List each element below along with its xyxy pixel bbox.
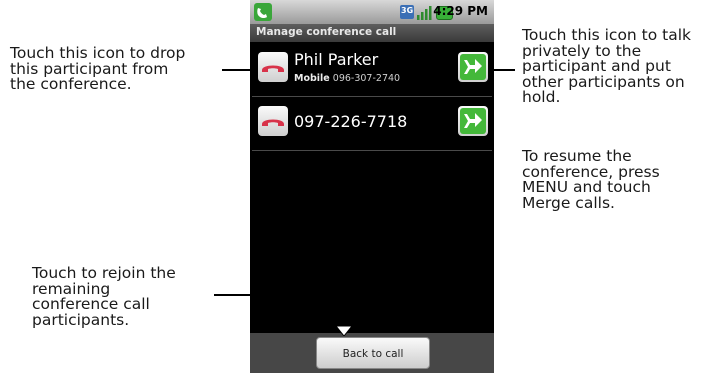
phone-screen: 3G 4:29 PM Manage conference call Phil P… [250,0,494,373]
participant-name: Phil Parker [294,50,379,69]
status-bar: 3G 4:29 PM [250,0,494,24]
participant-number: 096-307-2740 [332,73,401,84]
network-3g-icon: 3G [400,5,414,19]
title-bar: Manage conference call [250,24,494,42]
private-talk-callout: Touch this icon to talk privately to the… [522,27,691,106]
drop-participant-button[interactable] [258,106,288,136]
private-talk-button[interactable] [458,106,488,136]
hang-up-icon [262,119,284,126]
split-call-icon [460,54,486,80]
row-divider [252,150,492,151]
resume-conference-callout: To resume the conference, press MENU and… [522,148,660,212]
status-time: 4:29 PM [433,4,488,18]
drop-participant-callout: Touch this icon to drop this participant… [10,45,185,93]
phone-call-icon [254,3,272,21]
participant-detail: Mobile 096-307-2740 [294,73,400,84]
callout-line: Merge calls. [522,193,615,212]
private-talk-button[interactable] [458,52,488,82]
rejoin-arrow-head [336,326,352,336]
drop-participant-button[interactable] [258,52,288,82]
callout-line: hold. [522,88,561,106]
page-title: Manage conference call [256,26,397,38]
row-divider [252,96,492,97]
rejoin-pointer-vertical [343,294,345,329]
split-call-icon [460,108,486,134]
network-label: 3G [401,6,414,15]
private-callout-pointer [493,69,515,71]
participant-row: Phil Parker Mobile 096-307-2740 [250,44,494,96]
number-label: Mobile [294,73,330,84]
rejoin-callout: Touch to rejoin the remaining conference… [32,265,176,329]
participant-name: 097-226-7718 [294,112,408,131]
callout-line: the conference. [10,75,132,93]
participant-row: 097-226-7718 [250,98,494,150]
hang-up-icon [262,65,284,72]
back-to-call-button[interactable]: Back to call [316,337,430,369]
bottom-bar: Back to call [250,333,494,373]
signal-icon [416,5,432,20]
callout-line: participants. [32,310,130,329]
